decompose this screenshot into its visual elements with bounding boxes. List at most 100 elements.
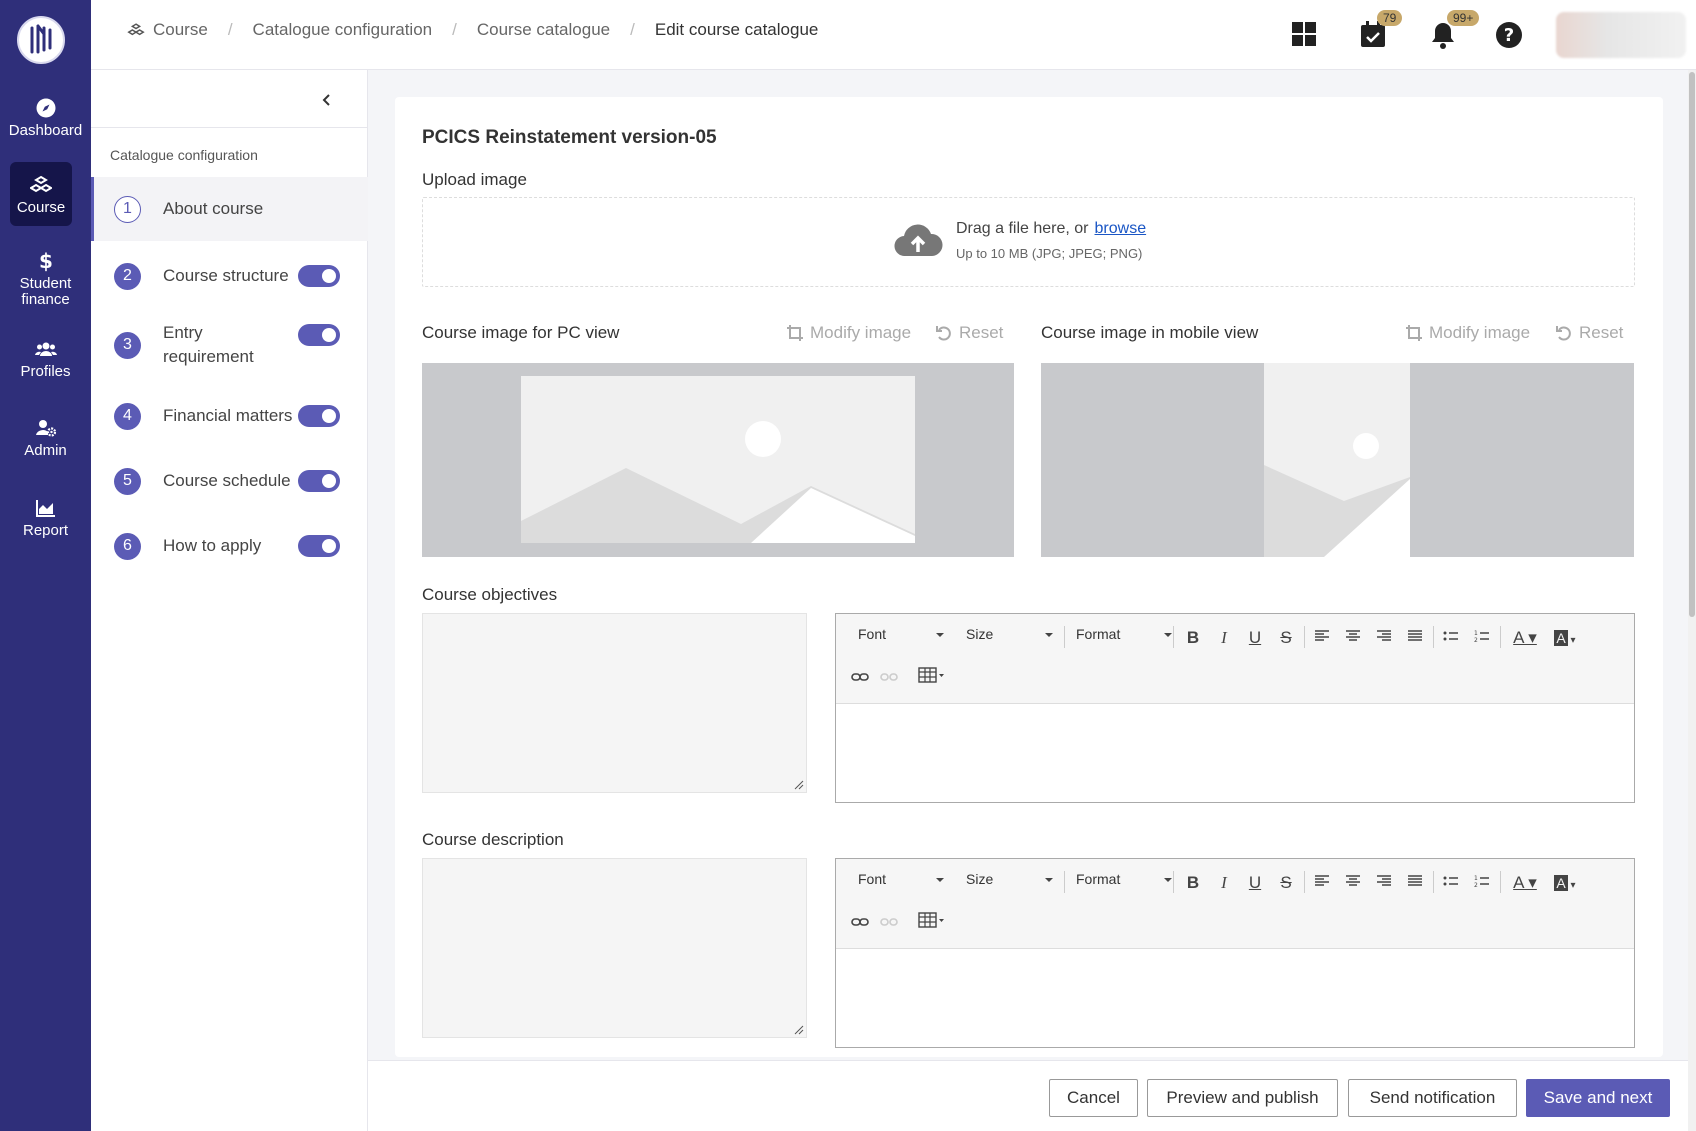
align-left-button[interactable]: [1310, 872, 1334, 894]
breadcrumb-catalogue-configuration[interactable]: Catalogue configuration: [253, 20, 433, 40]
reset-label: Reset: [1579, 323, 1624, 342]
text-color-button[interactable]: A ▾: [1508, 872, 1542, 894]
font-select[interactable]: Font: [858, 626, 944, 642]
format-select[interactable]: Format: [1076, 626, 1172, 642]
step-toggle[interactable]: [298, 405, 340, 427]
pc-modify-image-button[interactable]: Modify image: [786, 323, 911, 343]
nav-report[interactable]: Report: [0, 497, 91, 539]
italic-button[interactable]: I: [1212, 627, 1236, 649]
app-logo[interactable]: [17, 16, 65, 64]
send-notification-button[interactable]: Send notification: [1348, 1079, 1517, 1117]
step-about-course[interactable]: 1 About course: [91, 177, 368, 241]
step-toggle[interactable]: [298, 265, 340, 287]
link-button[interactable]: [848, 667, 872, 689]
bold-button[interactable]: B: [1181, 872, 1205, 894]
italic-button[interactable]: I: [1212, 872, 1236, 894]
toolbar-separator: [1304, 626, 1305, 648]
unlink-button[interactable]: [877, 912, 901, 934]
background-color-button[interactable]: A ▾: [1548, 627, 1582, 649]
underline-icon: U: [1248, 873, 1262, 892]
link-button[interactable]: [848, 912, 872, 934]
step-course-schedule[interactable]: 5 Course schedule: [91, 456, 368, 506]
pc-reset-button[interactable]: Reset: [935, 323, 1003, 343]
notifications-button[interactable]: 99+: [1429, 10, 1480, 50]
browse-link[interactable]: browse: [1095, 220, 1147, 237]
bullet-list-button[interactable]: [1439, 627, 1463, 649]
align-right-icon: [1377, 875, 1391, 886]
course-objectives-editor[interactable]: Font Size Format B I U S 12 A ▾ A ▾: [835, 613, 1635, 803]
apps-grid-button[interactable]: [1290, 20, 1320, 50]
breadcrumb-course-catalogue[interactable]: Course catalogue: [477, 20, 610, 40]
background-color-button[interactable]: A ▾: [1548, 872, 1582, 894]
bullet-list-button[interactable]: [1439, 872, 1463, 894]
font-select-label: Font: [858, 626, 887, 642]
align-center-button[interactable]: [1341, 627, 1365, 649]
align-right-button[interactable]: [1372, 872, 1396, 894]
tasks-button[interactable]: 79: [1359, 10, 1403, 50]
justify-button[interactable]: [1403, 627, 1427, 649]
table-button[interactable]: [916, 912, 946, 934]
step-toggle[interactable]: [298, 535, 340, 557]
course-description-textarea[interactable]: [422, 858, 807, 1038]
cancel-button[interactable]: Cancel: [1049, 1079, 1138, 1117]
step-how-to-apply[interactable]: 6 How to apply: [91, 521, 368, 571]
step-toggle[interactable]: [298, 470, 340, 492]
scrollbar-thumb[interactable]: [1689, 72, 1695, 617]
step-toggle[interactable]: [298, 324, 340, 346]
step-financial-matters[interactable]: 4 Financial matters: [91, 391, 368, 441]
format-select[interactable]: Format: [1076, 871, 1172, 887]
pc-image-label: Course image for PC view: [422, 323, 620, 342]
image-placeholder-icon: [521, 376, 915, 543]
underline-button[interactable]: U: [1243, 872, 1267, 894]
text-color-icon: A ▾: [1513, 873, 1537, 892]
crop-icon: [1406, 325, 1422, 341]
strikethrough-button[interactable]: S: [1274, 627, 1298, 649]
help-button[interactable]: ?: [1494, 20, 1524, 50]
size-select-label: Size: [966, 871, 994, 887]
align-center-button[interactable]: [1341, 872, 1365, 894]
nav-label: Report: [22, 522, 69, 539]
unlink-icon: [880, 918, 898, 926]
underline-button[interactable]: U: [1243, 627, 1267, 649]
nav-student-finance[interactable]: $ Student finance: [0, 250, 91, 308]
user-avatar[interactable]: [1556, 12, 1686, 58]
size-select[interactable]: Size: [966, 626, 1053, 642]
numbered-list-button[interactable]: 12: [1470, 627, 1494, 649]
step-course-structure[interactable]: 2 Course structure: [91, 251, 368, 301]
preview-and-publish-button[interactable]: Preview and publish: [1147, 1079, 1338, 1117]
nav-profiles[interactable]: Profiles: [0, 338, 91, 380]
justify-button[interactable]: [1403, 872, 1427, 894]
size-select[interactable]: Size: [966, 871, 1053, 887]
step-entry-requirement[interactable]: 3 Entry requirement: [91, 315, 368, 375]
course-objectives-textarea[interactable]: [422, 613, 807, 793]
modify-image-label: Modify image: [1429, 323, 1531, 342]
align-right-button[interactable]: [1372, 627, 1396, 649]
table-button[interactable]: [916, 667, 946, 689]
text-color-button[interactable]: A ▾: [1508, 627, 1542, 649]
mobile-reset-button[interactable]: Reset: [1555, 323, 1623, 343]
font-select-label: Font: [858, 871, 887, 887]
nav-dashboard[interactable]: Dashboard: [0, 97, 91, 139]
nav-admin[interactable]: Admin: [0, 417, 91, 459]
mobile-modify-image-button[interactable]: Modify image: [1405, 323, 1530, 343]
collapse-panel-button[interactable]: [317, 90, 337, 110]
course-description-editor[interactable]: Font Size Format B I U S 12 A ▾ A ▾: [835, 858, 1635, 1048]
unlink-button[interactable]: [877, 667, 901, 689]
svg-text:1: 1: [1474, 875, 1478, 882]
font-select[interactable]: Font: [858, 871, 944, 887]
toolbar-separator: [1433, 626, 1434, 648]
table-icon: [918, 912, 944, 928]
upload-dropzone[interactable]: Drag a file here, or browse Up to 10 MB (…: [422, 197, 1635, 287]
step-number: 3: [114, 331, 141, 359]
save-and-next-button[interactable]: Save and next: [1526, 1079, 1670, 1117]
numbered-list-button[interactable]: 12: [1470, 872, 1494, 894]
admin-gear-icon: [35, 420, 56, 437]
svg-text:1: 1: [1474, 630, 1478, 637]
breadcrumb-course[interactable]: Course: [153, 20, 208, 40]
nav-course[interactable]: Course: [10, 162, 72, 226]
step-number: 2: [114, 262, 141, 290]
bold-button[interactable]: B: [1181, 627, 1205, 649]
strikethrough-button[interactable]: S: [1274, 872, 1298, 894]
step-label: Entry requirement: [163, 323, 254, 366]
align-left-button[interactable]: [1310, 627, 1334, 649]
